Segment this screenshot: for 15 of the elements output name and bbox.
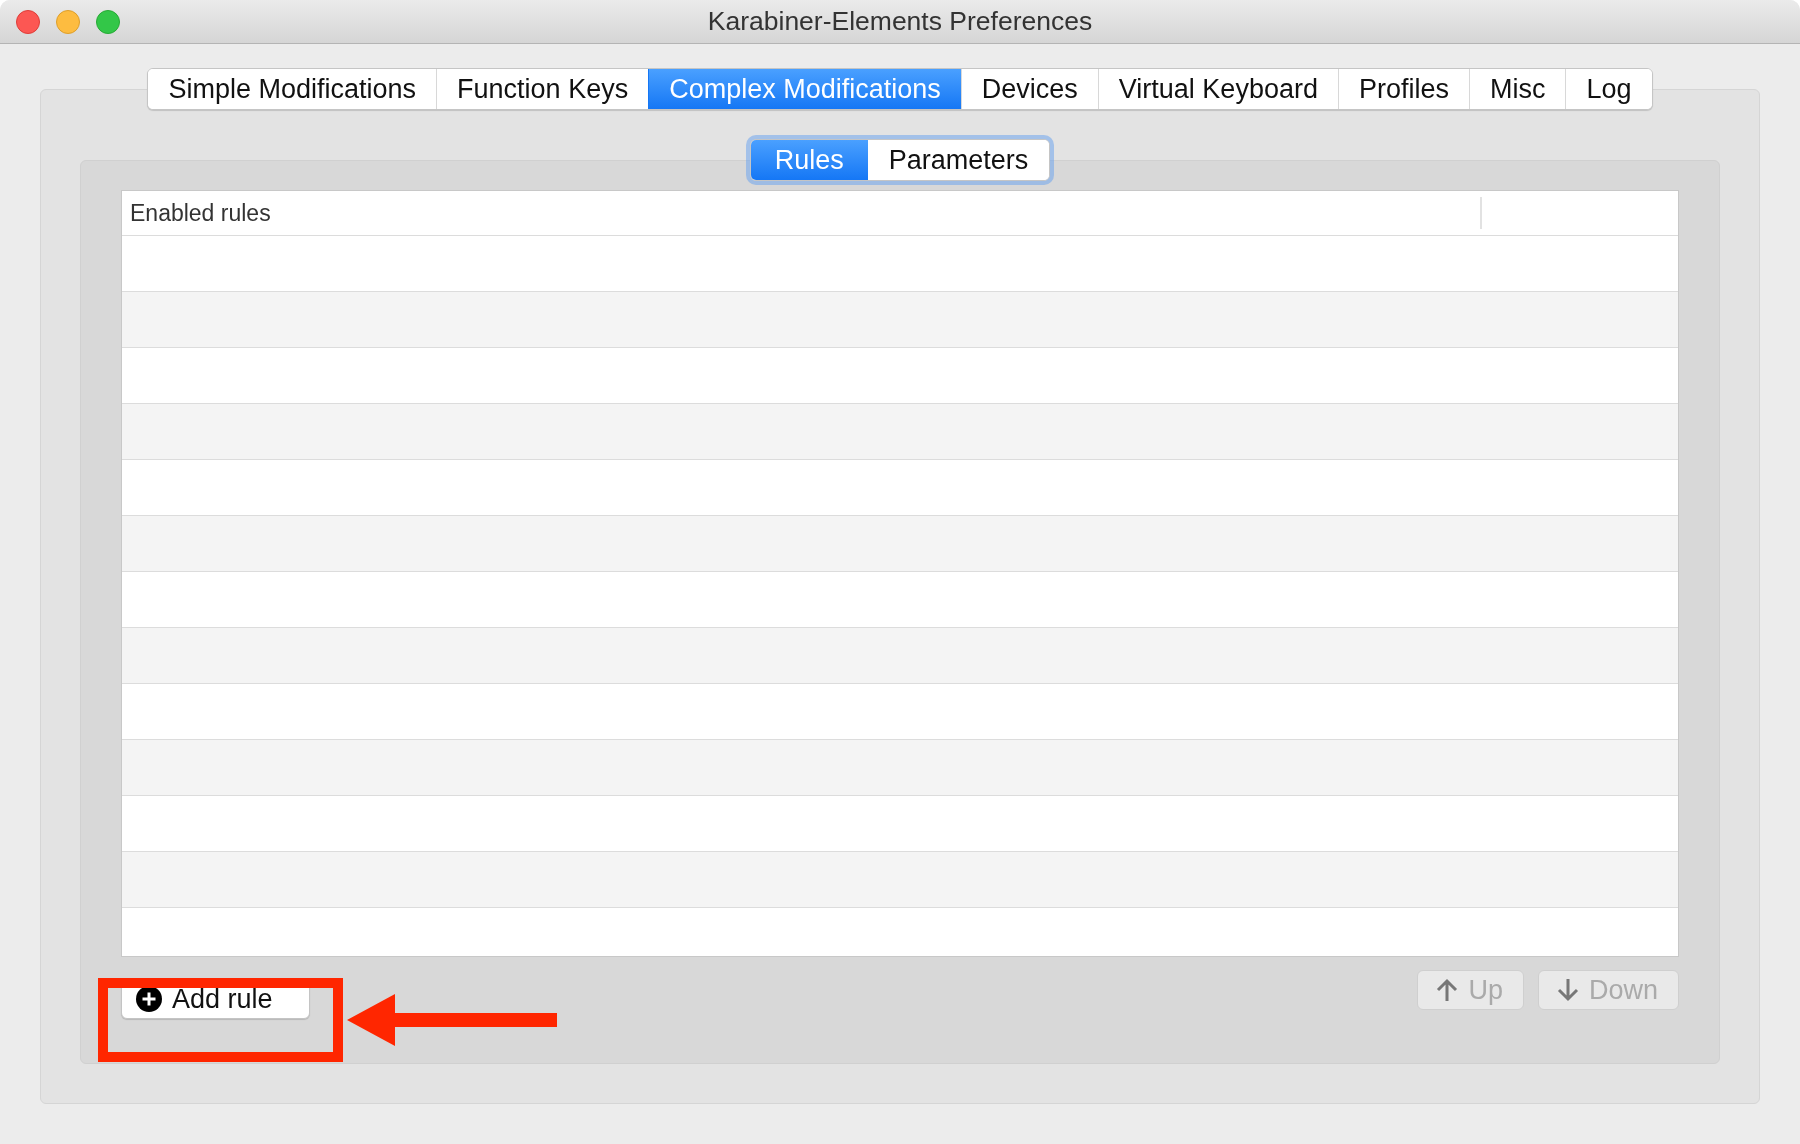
window-title: Karabiner-Elements Preferences [707,6,1093,37]
minimize-button[interactable] [56,10,80,34]
column-header[interactable]: Enabled rules [122,191,1480,235]
tab[interactable]: Log [1565,69,1652,109]
tab[interactable]: Function Keys [436,69,649,109]
tab[interactable]: Profiles [1337,69,1469,109]
tab[interactable]: Misc [1468,69,1566,109]
arrow-down-icon [1556,978,1579,1002]
plus-circle-icon [136,986,162,1012]
tab[interactable]: Virtual Keyboard [1097,69,1338,109]
close-button[interactable] [16,10,40,34]
tab[interactable]: Devices [960,69,1098,109]
zoom-button[interactable] [96,10,120,34]
arrow-up-icon [1436,978,1459,1002]
tab[interactable]: Simple Modifications [148,69,437,109]
